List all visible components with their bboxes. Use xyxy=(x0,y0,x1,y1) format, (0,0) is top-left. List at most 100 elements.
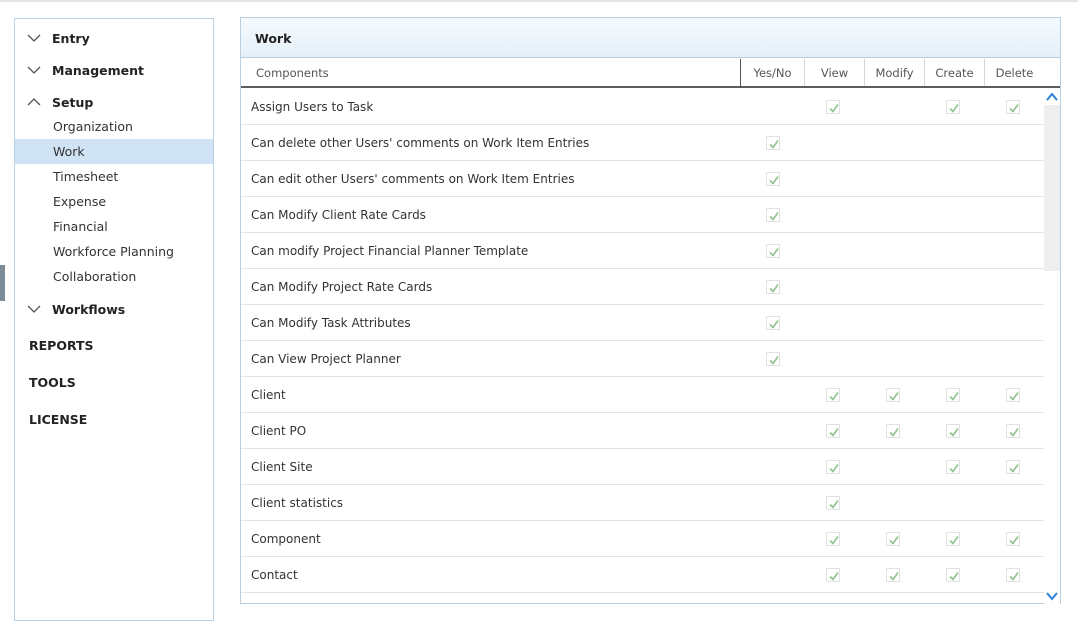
table-row[interactable]: Can Modify Task Attributes xyxy=(241,305,1044,341)
table-row[interactable] xyxy=(241,593,1044,604)
nav-group-management[interactable]: Management xyxy=(15,58,213,82)
checkmark-icon xyxy=(769,140,779,149)
yesno-checkbox[interactable] xyxy=(766,136,780,150)
view-checkbox[interactable] xyxy=(826,460,840,474)
nav-link-reports[interactable]: REPORTS xyxy=(29,338,94,353)
yesno-checkbox[interactable] xyxy=(766,172,780,186)
view-checkbox[interactable] xyxy=(826,532,840,546)
table-row[interactable]: Can View Project Planner xyxy=(241,341,1044,377)
table-row[interactable]: Can modify Project Financial Planner Tem… xyxy=(241,233,1044,269)
sidebar-item-timesheet[interactable]: Timesheet xyxy=(15,164,213,189)
checkmark-icon xyxy=(949,428,959,437)
sidebar-item-organization[interactable]: Organization xyxy=(15,114,213,139)
delete-checkbox[interactable] xyxy=(1006,532,1020,546)
yesno-checkbox[interactable] xyxy=(766,244,780,258)
view-checkbox[interactable] xyxy=(826,496,840,510)
checkmark-icon xyxy=(1009,572,1019,581)
view-checkbox[interactable] xyxy=(826,388,840,402)
nav-group-setup[interactable]: Setup xyxy=(15,90,213,114)
modify-checkbox[interactable] xyxy=(886,424,900,438)
scroll-up-icon[interactable] xyxy=(1045,90,1059,104)
checkmark-icon xyxy=(769,212,779,221)
table-row[interactable]: Contact xyxy=(241,557,1044,593)
nav-group-label: Setup xyxy=(52,94,94,110)
yesno-checkbox[interactable] xyxy=(766,316,780,330)
component-name: Can delete other Users' comments on Work… xyxy=(251,136,590,150)
create-checkbox[interactable] xyxy=(946,532,960,546)
yesno-checkbox[interactable] xyxy=(766,352,780,366)
delete-checkbox[interactable] xyxy=(1006,568,1020,582)
nav-link-license[interactable]: LICENSE xyxy=(29,412,87,427)
top-divider xyxy=(0,0,1078,2)
create-checkbox[interactable] xyxy=(946,388,960,402)
column-header-components[interactable]: Components xyxy=(241,59,741,86)
component-name: Can Modify Task Attributes xyxy=(251,316,411,330)
column-header-modify[interactable]: Modify xyxy=(864,59,924,86)
checkmark-icon xyxy=(829,428,839,437)
scroll-down-icon[interactable] xyxy=(1045,589,1059,603)
checkmark-icon xyxy=(769,320,779,329)
checkmark-icon xyxy=(829,500,839,509)
table-row[interactable]: Can delete other Users' comments on Work… xyxy=(241,125,1044,161)
nav-group-workflows[interactable]: Workflows xyxy=(15,297,213,321)
delete-checkbox[interactable] xyxy=(1006,100,1020,114)
table-row[interactable]: Can edit other Users' comments on Work I… xyxy=(241,161,1044,197)
delete-checkbox[interactable] xyxy=(1006,388,1020,402)
modify-checkbox[interactable] xyxy=(886,388,900,402)
create-checkbox[interactable] xyxy=(946,568,960,582)
column-header-delete[interactable]: Delete xyxy=(984,59,1044,86)
yesno-checkbox[interactable] xyxy=(766,280,780,294)
checkmark-icon xyxy=(829,392,839,401)
delete-checkbox[interactable] xyxy=(1006,460,1020,474)
create-checkbox[interactable] xyxy=(946,100,960,114)
chevron-down-icon xyxy=(27,305,41,313)
checkmark-icon xyxy=(949,536,959,545)
nav-link-tools[interactable]: TOOLS xyxy=(29,375,76,390)
checkmark-icon xyxy=(829,104,839,113)
chevron-down-icon xyxy=(27,66,41,74)
vertical-scrollbar[interactable] xyxy=(1044,89,1060,604)
column-header-view[interactable]: View xyxy=(804,59,864,86)
table-row[interactable]: Can Modify Project Rate Cards xyxy=(241,269,1044,305)
panel-title: Work xyxy=(241,18,1060,58)
nav-group-entry[interactable]: Entry xyxy=(15,26,213,50)
checkmark-icon xyxy=(769,356,779,365)
checkmark-icon xyxy=(949,392,959,401)
component-name: Component xyxy=(251,532,321,546)
create-checkbox[interactable] xyxy=(946,424,960,438)
chevron-down-icon xyxy=(27,34,41,42)
table-row[interactable]: Client Site xyxy=(241,449,1044,485)
checkmark-icon xyxy=(949,572,959,581)
component-name: Client Site xyxy=(251,460,313,474)
sidebar-item-financial[interactable]: Financial xyxy=(15,214,213,239)
column-header-yesno[interactable]: Yes/No xyxy=(741,59,804,86)
view-checkbox[interactable] xyxy=(826,100,840,114)
modify-checkbox[interactable] xyxy=(886,532,900,546)
table-row[interactable]: Client statistics xyxy=(241,485,1044,521)
sidebar-item-expense[interactable]: Expense xyxy=(15,189,213,214)
delete-checkbox[interactable] xyxy=(1006,424,1020,438)
column-header-create[interactable]: Create xyxy=(924,59,984,86)
yesno-checkbox[interactable] xyxy=(766,208,780,222)
collapse-sidebar-handle[interactable] xyxy=(0,265,5,301)
table-row[interactable]: Assign Users to Task xyxy=(241,89,1044,125)
checkmark-icon xyxy=(829,464,839,473)
sidebar-item-collaboration[interactable]: Collaboration xyxy=(15,264,213,289)
checkmark-icon xyxy=(769,248,779,257)
table-row[interactable]: Client xyxy=(241,377,1044,413)
sidebar-item-work[interactable]: Work xyxy=(15,139,213,164)
view-checkbox[interactable] xyxy=(826,424,840,438)
table-row[interactable]: Component xyxy=(241,521,1044,557)
view-checkbox[interactable] xyxy=(826,568,840,582)
table-row[interactable]: Can Modify Client Rate Cards xyxy=(241,197,1044,233)
component-name: Can edit other Users' comments on Work I… xyxy=(251,172,575,186)
modify-checkbox[interactable] xyxy=(886,568,900,582)
work-permissions-panel: Work Components Yes/No View Modify Creat… xyxy=(240,17,1061,604)
checkmark-icon xyxy=(1009,464,1019,473)
scrollbar-thumb[interactable] xyxy=(1044,105,1060,271)
sidebar-item-workforce-planning[interactable]: Workforce Planning xyxy=(15,239,213,264)
create-checkbox[interactable] xyxy=(946,460,960,474)
component-name: Client PO xyxy=(251,424,307,438)
checkmark-icon xyxy=(889,428,899,437)
table-row[interactable]: Client PO xyxy=(241,413,1044,449)
